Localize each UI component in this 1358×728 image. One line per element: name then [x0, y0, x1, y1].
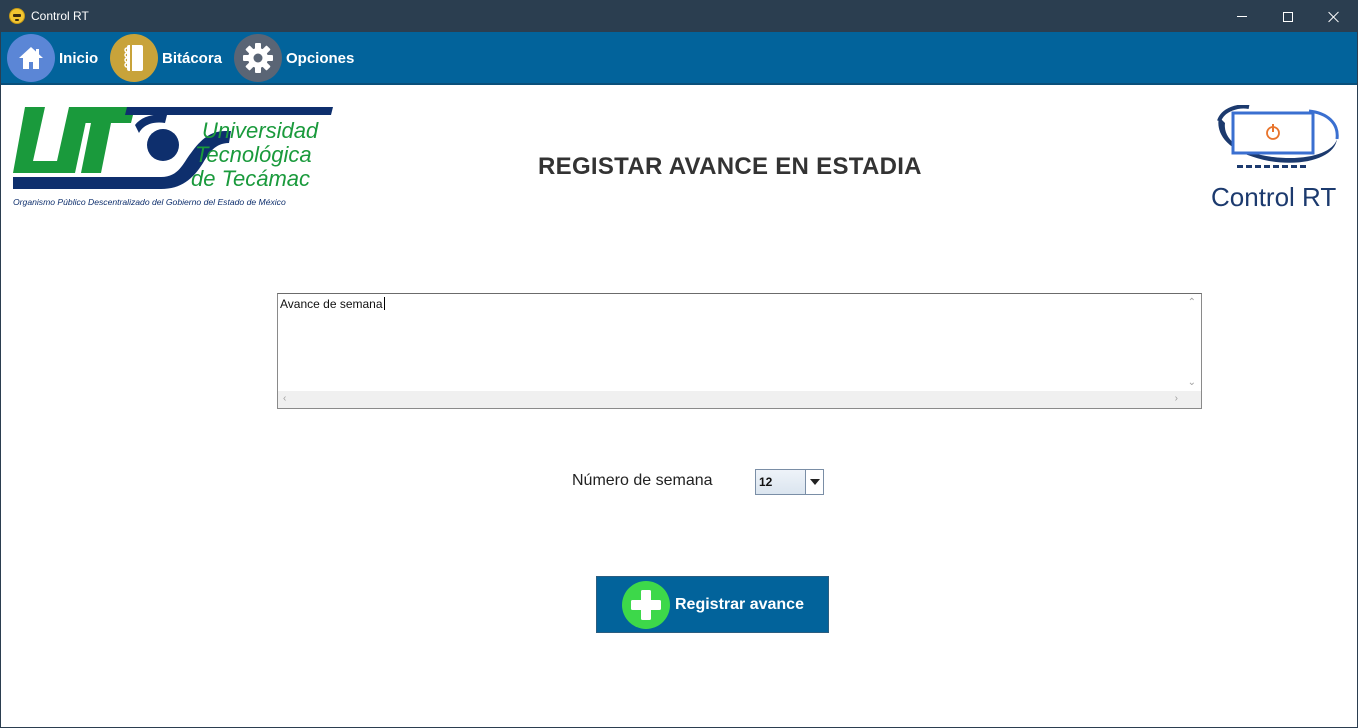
- text-caret: [383, 297, 385, 310]
- home-icon: [7, 34, 55, 82]
- register-button-label: Registrar avance: [675, 596, 804, 613]
- title-bar[interactable]: Control RT: [1, 1, 1357, 32]
- nav-label-bitacora: Bitácora: [162, 49, 223, 67]
- maximize-icon: [1283, 11, 1293, 22]
- ut-logo: Universidad Tecnológica de Tecámac Organ…: [13, 107, 333, 207]
- horizontal-scrollbar[interactable]: ‹ ›: [278, 391, 1201, 408]
- ut-line2: Tecnológica: [195, 142, 312, 167]
- scroll-right-icon[interactable]: ›: [1175, 394, 1178, 404]
- control-rt-logo-text: Control RT: [1211, 182, 1337, 212]
- scroll-down-icon[interactable]: ⌄: [1188, 378, 1196, 388]
- gear-icon: [234, 34, 282, 82]
- textarea-text: Avance de semana: [280, 297, 383, 311]
- ut-line3: de Tecámac: [191, 166, 310, 191]
- nav-label-inicio: Inicio: [59, 49, 99, 67]
- app-window: Control RT Inicio Bitácora Opciones Univ…: [0, 0, 1358, 728]
- nav-bar: Inicio Bitácora Opciones: [1, 32, 1357, 85]
- nav-item-bitacora[interactable]: Bitácora: [110, 34, 222, 82]
- nav-item-inicio[interactable]: Inicio: [7, 34, 98, 82]
- minimize-button[interactable]: [1219, 1, 1265, 32]
- page-title: REGISTAR AVANCE EN ESTADIA: [538, 153, 922, 180]
- close-icon: [1328, 11, 1340, 23]
- app-icon: [9, 8, 25, 24]
- minimize-icon: [1237, 16, 1247, 17]
- nav-label-opciones: Opciones: [286, 49, 355, 67]
- register-progress-button[interactable]: Registrar avance: [596, 576, 829, 633]
- progress-textarea[interactable]: Avance de semana ⌃ ⌄ ‹ ›: [277, 293, 1202, 409]
- plus-icon: [622, 581, 670, 629]
- ut-line1: Universidad: [202, 118, 319, 143]
- ut-subtitle: Organismo Público Descentralizado del Go…: [13, 197, 286, 207]
- dropdown-arrow-icon[interactable]: [805, 470, 823, 494]
- textarea-content[interactable]: Avance de semana: [280, 297, 385, 311]
- week-number-select[interactable]: 12: [755, 469, 824, 495]
- scroll-up-icon[interactable]: ⌃: [1188, 298, 1196, 308]
- notebook-icon: [110, 34, 158, 82]
- scroll-left-icon[interactable]: ‹: [283, 394, 286, 404]
- close-button[interactable]: [1311, 1, 1357, 32]
- window-title: Control RT: [31, 9, 89, 23]
- week-number-label: Número de semana: [572, 472, 713, 489]
- week-number-value: 12: [759, 475, 773, 489]
- maximize-button[interactable]: [1265, 1, 1311, 32]
- vertical-scrollbar[interactable]: ⌃ ⌄: [1184, 294, 1201, 392]
- nav-item-opciones[interactable]: Opciones: [234, 34, 354, 82]
